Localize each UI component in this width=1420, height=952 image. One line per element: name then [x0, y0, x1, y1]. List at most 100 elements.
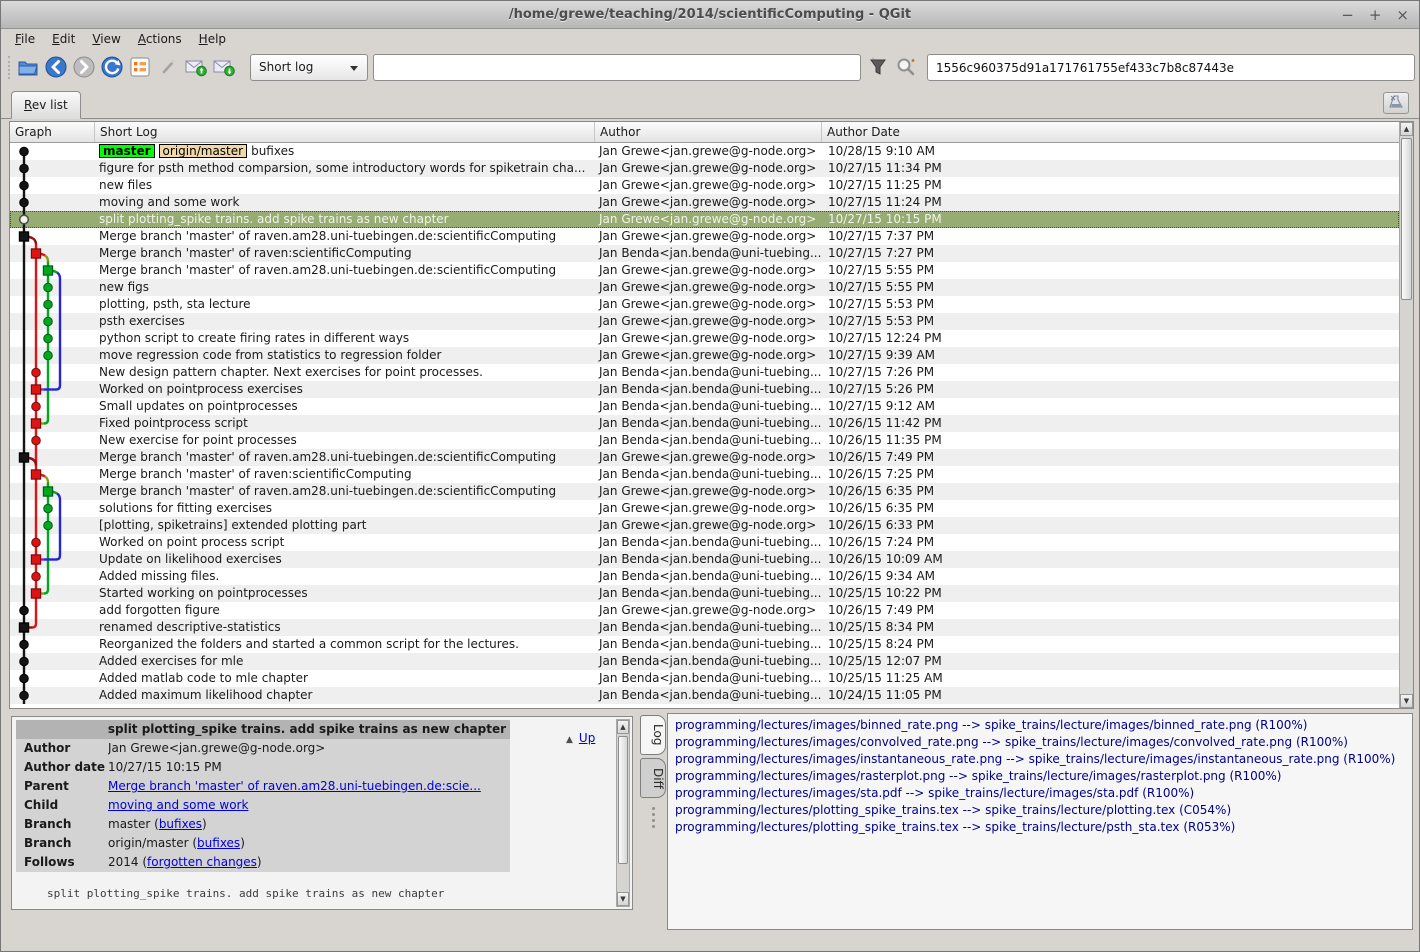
renamed-file-entry[interactable]: programming/lectures/plotting_spike_trai…	[675, 802, 1412, 819]
side-tab-log[interactable]: Log	[640, 715, 666, 755]
scroll-down-arrow[interactable]: ▼	[1400, 694, 1413, 708]
scrollbar-thumb[interactable]	[1401, 138, 1412, 300]
author-date-cell: 10/27/15 7:26 PM	[822, 364, 1399, 381]
commit-row[interactable]: python script to create firing rates in …	[10, 330, 1399, 347]
details-scroll-down-arrow[interactable]: ▼	[617, 892, 629, 906]
commit-row[interactable]: split plotting_spike trains. add spike t…	[10, 211, 1399, 228]
commit-row[interactable]: psth exercisesJan Grewe<jan.grewe@g-node…	[10, 313, 1399, 330]
side-tab-diff[interactable]: Diff	[640, 758, 666, 798]
view-list-button[interactable]	[127, 54, 153, 80]
apply-patch-button[interactable]	[211, 54, 237, 80]
column-header-author[interactable]: Author	[595, 122, 822, 142]
commit-row[interactable]: Worked on point process scriptJan Benda<…	[10, 534, 1399, 551]
refresh-button[interactable]	[99, 54, 125, 80]
commit-row[interactable]: new figsJan Grewe<jan.grewe@g-node.org>1…	[10, 279, 1399, 296]
filter-input[interactable]	[373, 54, 861, 81]
graph-cell	[10, 636, 95, 653]
commit-row[interactable]: Fixed pointprocess scriptJan Benda<jan.b…	[10, 415, 1399, 432]
commit-row[interactable]: Started working on pointprocessesJan Ben…	[10, 585, 1399, 602]
details-scroll-up-arrow[interactable]: ▲	[617, 720, 629, 734]
menu-help[interactable]: Help	[193, 29, 237, 51]
renamed-file-entry[interactable]: programming/lectures/images/rasterplot.p…	[675, 768, 1412, 785]
short-log-cell: solutions for fitting exercises	[95, 500, 595, 517]
detail-link[interactable]: forgotten changes	[147, 855, 257, 869]
commit-row[interactable]: Added missing files.Jan Benda<jan.benda@…	[10, 568, 1399, 585]
column-header-short-log[interactable]: Short Log	[95, 122, 595, 142]
author-date-cell: 10/27/15 10:15 PM	[822, 211, 1399, 228]
renamed-file-entry[interactable]: programming/lectures/images/sta.pdf --> …	[675, 785, 1412, 802]
commit-row[interactable]: Merge branch 'master' of raven:scientifi…	[10, 245, 1399, 262]
short-log-cell: masterorigin/masterbufixes	[95, 143, 595, 160]
detail-link[interactable]: bufixes	[159, 817, 202, 831]
author-date-cell: 10/27/15 11:25 PM	[822, 177, 1399, 194]
rev-table-header: GraphShort LogAuthorAuthor Date	[10, 122, 1399, 143]
short-log-cell: Merge branch 'master' of raven:scientifi…	[95, 466, 595, 483]
column-header-graph[interactable]: Graph	[10, 122, 95, 142]
commit-row[interactable]: moving and some workJan Grewe<jan.grewe@…	[10, 194, 1399, 211]
commit-row[interactable]: Added maximum likelihood chapterJan Bend…	[10, 687, 1399, 704]
renamed-file-entry[interactable]: programming/lectures/images/instantaneou…	[675, 751, 1412, 768]
column-header-author-date[interactable]: Author Date	[822, 122, 1399, 142]
commit-row[interactable]: add forgotten figureJan Grewe<jan.grewe@…	[10, 602, 1399, 619]
highlight-search-button[interactable]	[893, 54, 921, 81]
view-mode-select[interactable]: Short log	[250, 54, 368, 81]
details-scrollbar-thumb[interactable]	[618, 736, 628, 864]
graph-cell	[10, 517, 95, 534]
short-log-cell: Merge branch 'master' of raven.am28.uni-…	[95, 483, 595, 500]
commit-row[interactable]: Reorganized the folders and started a co…	[10, 636, 1399, 653]
commit-row[interactable]: Merge branch 'master' of raven.am28.uni-…	[10, 228, 1399, 245]
menu-file[interactable]: File	[9, 29, 46, 51]
menu-edit[interactable]: Edit	[46, 29, 86, 51]
qgit-window: /home/grewe/teaching/2014/scientificComp…	[0, 0, 1420, 952]
detail-value: 10/27/15 10:15 PM	[108, 758, 510, 777]
author-cell: Jan Benda<jan.benda@uni-tuebing...	[595, 398, 822, 415]
commit-row[interactable]: solutions for fitting exercisesJan Grewe…	[10, 500, 1399, 517]
detail-link[interactable]: moving and some work	[108, 798, 248, 812]
commit-row[interactable]: [plotting, spiketrains] extended plottin…	[10, 517, 1399, 534]
scroll-up-arrow[interactable]: ▲	[1400, 122, 1413, 136]
commit-row[interactable]: Merge branch 'master' of raven.am28.uni-…	[10, 483, 1399, 500]
commit-row[interactable]: move regression code from statistics to …	[10, 347, 1399, 364]
commit-row[interactable]: figure for psth method comparsion, some …	[10, 160, 1399, 177]
magic-wand-button[interactable]	[155, 54, 181, 80]
toolbar-handle[interactable]	[8, 56, 10, 79]
lane-height-button[interactable]	[1383, 92, 1409, 114]
renamed-file-entry[interactable]: programming/lectures/plotting_spike_trai…	[675, 819, 1412, 836]
sha-input[interactable]	[927, 54, 1415, 81]
renamed-file-entry[interactable]: programming/lectures/images/binned_rate.…	[675, 717, 1412, 734]
commit-row[interactable]: plotting, psth, sta lectureJan Grewe<jan…	[10, 296, 1399, 313]
menu-view[interactable]: View	[86, 29, 131, 51]
close-button[interactable]: ×	[1396, 8, 1409, 22]
minimize-button[interactable]: −	[1341, 8, 1354, 22]
splitter-handle[interactable]	[652, 807, 655, 831]
back-button[interactable]	[43, 54, 69, 80]
tab-rev-list[interactable]: Rev list	[11, 91, 81, 119]
forward-button[interactable]	[71, 54, 97, 80]
detail-link[interactable]: Merge branch 'master' of raven.am28.uni-…	[108, 779, 481, 793]
commit-row[interactable]: Merge branch 'master' of raven:scientifi…	[10, 466, 1399, 483]
author-date-cell: 10/27/15 5:26 PM	[822, 381, 1399, 398]
menu-actions[interactable]: Actions	[132, 29, 193, 51]
filter-tree-button[interactable]	[865, 54, 891, 81]
commit-row[interactable]: New exercise for point processesJan Bend…	[10, 432, 1399, 449]
commit-row[interactable]: Small updates on pointprocessesJan Benda…	[10, 398, 1399, 415]
renamed-file-entry[interactable]: programming/lectures/images/convolved_ra…	[675, 734, 1412, 751]
commit-row[interactable]: Added matlab code to mle chapterJan Bend…	[10, 670, 1399, 687]
detail-link[interactable]: bufixes	[197, 836, 240, 850]
commit-row[interactable]: Update on likelihood exercisesJan Benda<…	[10, 551, 1399, 568]
commit-row[interactable]: masterorigin/masterbufixesJan Grewe<jan.…	[10, 143, 1399, 160]
commit-row[interactable]: Worked on pointprocess exercisesJan Bend…	[10, 381, 1399, 398]
graph-cell	[10, 585, 95, 602]
commit-row[interactable]: Merge branch 'master' of raven.am28.uni-…	[10, 449, 1399, 466]
open-folder-button[interactable]	[15, 54, 41, 80]
maximize-button[interactable]: +	[1369, 8, 1382, 22]
commit-row[interactable]: Merge branch 'master' of raven.am28.uni-…	[10, 262, 1399, 279]
up-link[interactable]: Up	[579, 731, 595, 745]
commit-row[interactable]: Added exercises for mleJan Benda<jan.ben…	[10, 653, 1399, 670]
commit-row[interactable]: new filesJan Grewe<jan.grewe@g-node.org>…	[10, 177, 1399, 194]
save-patch-button[interactable]	[183, 54, 209, 80]
commit-row[interactable]: renamed descriptive-statisticsJan Benda<…	[10, 619, 1399, 636]
author-date-cell: 10/27/15 5:55 PM	[822, 279, 1399, 296]
commit-row[interactable]: New design pattern chapter. Next exercis…	[10, 364, 1399, 381]
author-date-cell: 10/26/15 6:35 PM	[822, 483, 1399, 500]
